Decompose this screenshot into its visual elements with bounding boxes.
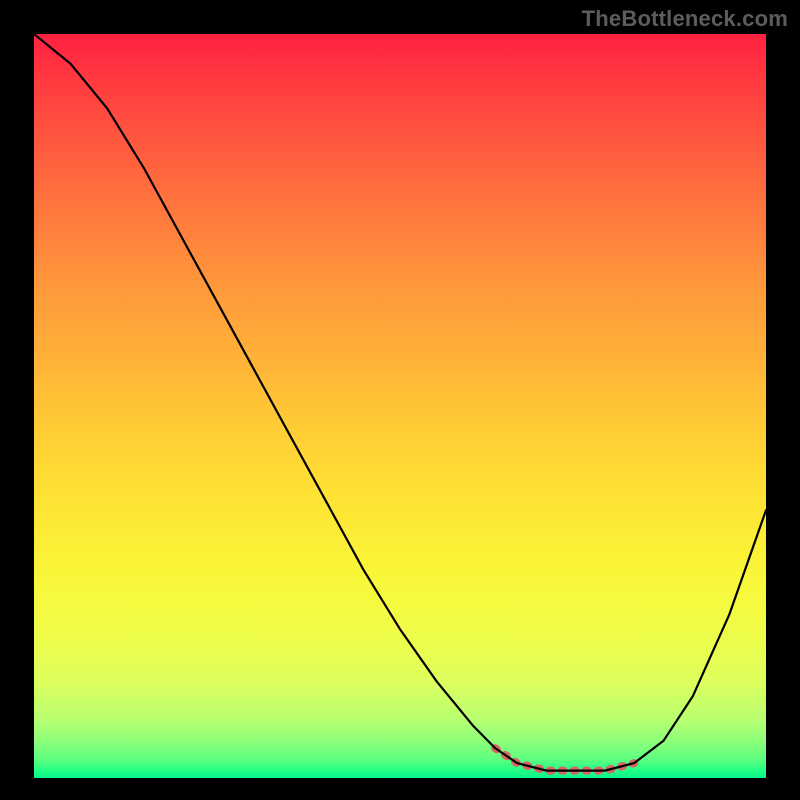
highlight-segment bbox=[495, 748, 634, 770]
plot-area bbox=[34, 34, 766, 778]
chart-frame: TheBottleneck.com bbox=[0, 0, 800, 800]
watermark-text: TheBottleneck.com bbox=[582, 6, 788, 32]
curve-svg bbox=[34, 34, 766, 778]
bottleneck-curve bbox=[34, 34, 766, 771]
